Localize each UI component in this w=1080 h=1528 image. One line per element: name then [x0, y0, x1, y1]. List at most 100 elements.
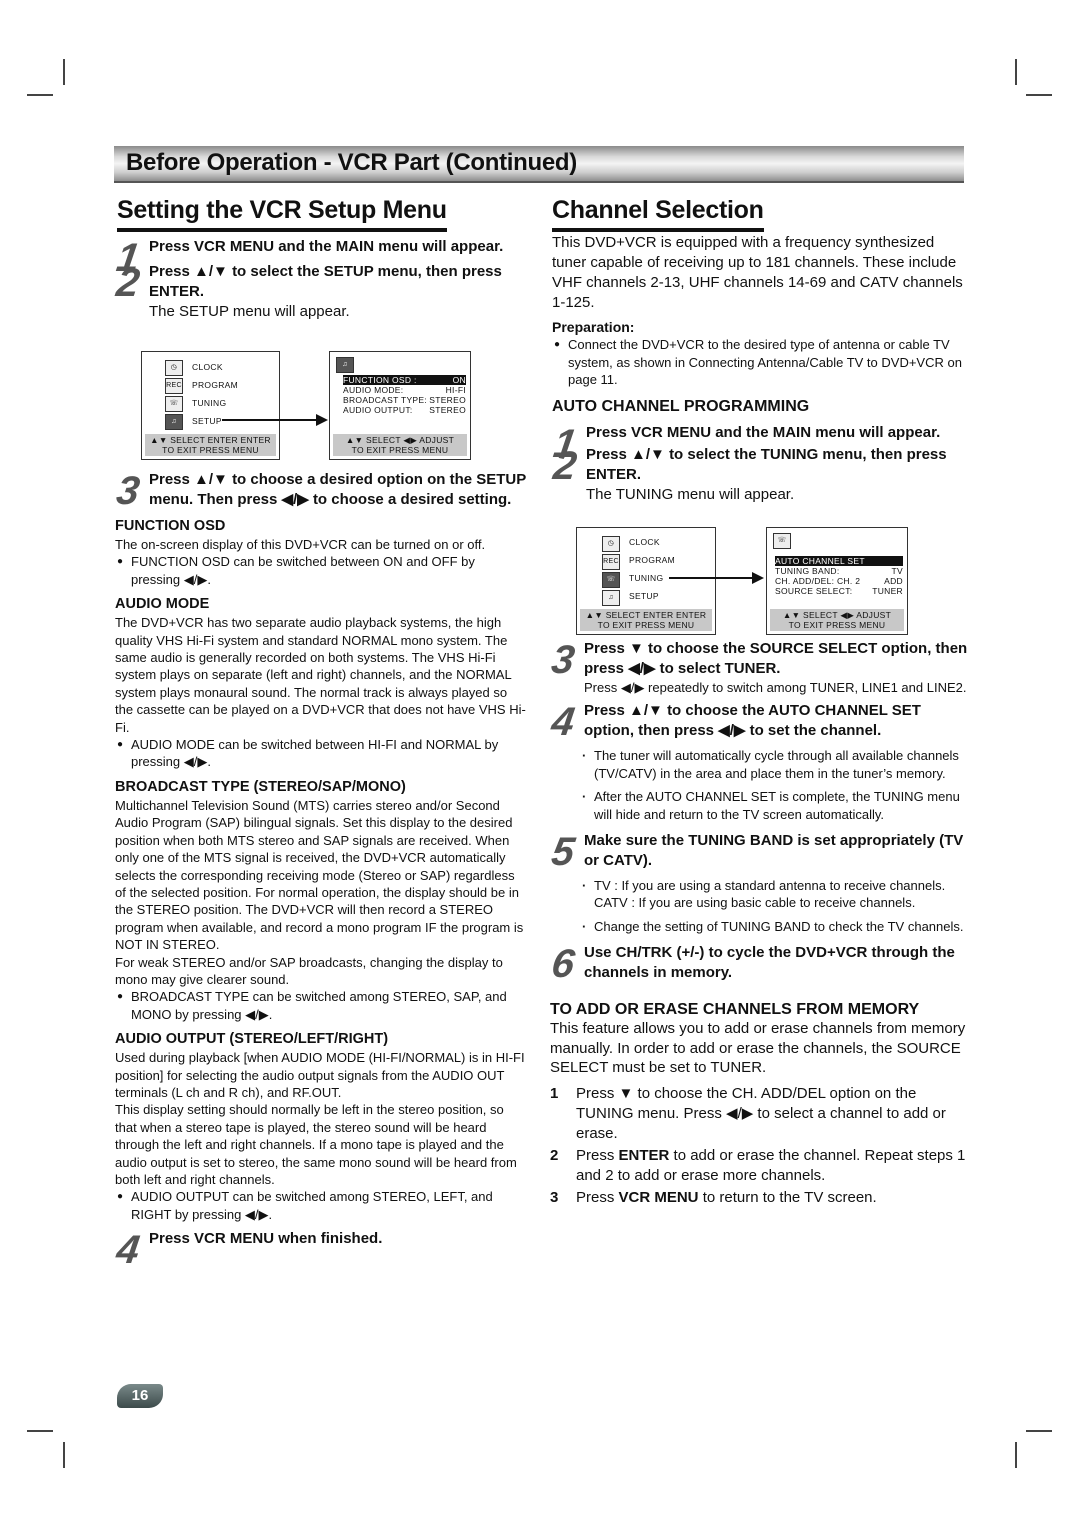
intro-paragraph: This DVD+VCR is equipped with a frequenc…: [552, 234, 963, 311]
osd-footer: ▲▼ SELECT ◀▶ ADJUST TO EXIT PRESS MENU: [333, 434, 467, 456]
crop-mark: [1015, 1442, 1017, 1468]
menu-item-program: PROGRAM: [192, 380, 239, 390]
menu-item-clock: CLOCK: [192, 362, 223, 372]
menu-item-tuning: TUNING: [629, 573, 664, 583]
osd-footer: ▲▼ SELECT ENTER ENTER TO EXIT PRESS MENU: [145, 434, 276, 456]
setup-icon: ♫: [336, 357, 354, 373]
menu-item-tuning: TUNING: [192, 398, 227, 408]
paragraph: Used during playback [when AUDIO MODE (H…: [115, 1050, 525, 1100]
add-erase-steps: 1 Press ▼ to choose the CH. ADD/DEL optio…: [550, 1084, 968, 1208]
main-menu-osd: ◷ CLOCK REC PROGRAM ☏ TUNING ♫ SETUP ▲▼ …: [141, 351, 280, 460]
menu-item-clock: CLOCK: [629, 537, 660, 547]
paragraph: Multichannel Television Sound (MTS) carr…: [115, 797, 524, 953]
function-osd-heading: FUNCTION OSD: [115, 518, 226, 534]
step-number: 6: [548, 942, 578, 987]
crop-mark: [1015, 59, 1017, 85]
banner-title: Before Operation - VCR Part (Continued): [126, 149, 577, 176]
step-3: 3 Press ▼ to choose the SOURCE SELECT opt…: [548, 638, 968, 682]
step-2: 2 Press ▲/▼ to select the SETUP menu, the…: [113, 261, 502, 305]
audio-mode-heading: AUDIO MODE: [115, 596, 210, 613]
setup-rows: FUNCTION OSD : ON AUDIO MODE: HI-FI BROADC…: [343, 375, 466, 415]
auto-channel-heading: AUTO CHANNEL PROGRAMMING: [552, 397, 810, 415]
bullet-item: AUDIO OUTPUT can be switched among STERE…: [115, 1188, 527, 1223]
step-4: 4 Press ▲/▼ to choose the AUTO CHANNEL SE…: [548, 700, 921, 745]
preparation-label: Preparation:: [552, 319, 635, 335]
tuning-icon: ☏: [602, 572, 620, 588]
crop-mark: [27, 94, 53, 96]
left-column-top: 1 Press VCR MENU and the MAIN menu will a…: [113, 236, 515, 322]
step-number: 2: [113, 261, 143, 305]
bullet-item: TV : If you are using a standard antenna…: [550, 877, 968, 912]
list-item: 3 Press VCR MENU to return to the TV scre…: [550, 1188, 877, 1206]
crop-mark: [1026, 1430, 1052, 1432]
clock-icon: ◷: [165, 360, 183, 376]
tuning-rows: AUTO CHANNEL SET TUNING BAND: TV CH. ADD/…: [775, 556, 903, 596]
menu-item-program: PROGRAM: [629, 555, 676, 565]
setup-icon: ♫: [165, 414, 183, 430]
bullet-item: The tuner will automatically cycle throu…: [550, 747, 968, 782]
osd-footer: ▲▼ SELECT ◀▶ ADJUST TO EXIT PRESS MENU: [770, 609, 904, 631]
bullet-item: Change the setting of TUNING BAND to che…: [550, 918, 968, 936]
setup-menu-osd: ♫ FUNCTION OSD : ON AUDIO MODE: HI-FI BROA…: [329, 351, 471, 460]
setup-row-audio-output: AUDIO OUTPUT: STEREO: [343, 405, 466, 415]
step-1: 1 Press VCR MENU and the MAIN menu will a…: [113, 236, 504, 280]
right-column-body: 3 Press ▼ to choose the SOURCE SELECT opt…: [548, 638, 968, 1208]
setup-row-broadcast-type: BROADCAST TYPE: STEREO: [343, 395, 466, 405]
paragraph: For weak STEREO and/or SAP broadcasts, c…: [115, 954, 503, 987]
step-note: The TUNING menu will appear.: [586, 485, 795, 503]
crop-mark: [63, 59, 65, 85]
crop-mark: [63, 1442, 65, 1468]
setup-row-audio-mode: AUDIO MODE: HI-FI: [343, 385, 466, 395]
step-5: 5 Make sure the TUNING BAND is set approp…: [548, 830, 964, 875]
step-number: 4: [113, 1228, 143, 1273]
tuning-row-source-select: SOURCE SELECT: TUNER: [775, 586, 903, 596]
menu-item-setup: SETUP: [192, 416, 222, 426]
add-erase-heading: TO ADD OR ERASE CHANNELS FROM MEMORY: [550, 1001, 920, 1019]
page-number-badge: 16: [117, 1384, 163, 1408]
program-rec-icon: REC: [602, 554, 620, 570]
right-section-title: Channel Selection: [552, 195, 764, 232]
left-column-body: 3 Press ▲/▼ to choose a desired option on…: [113, 469, 527, 1273]
audio-output-heading: AUDIO OUTPUT (STEREO/LEFT/RIGHT): [115, 1031, 389, 1048]
step-3: 3 Press ▲/▼ to choose a desired option on…: [113, 469, 526, 513]
list-item: 1 Press ▼ to choose the CH. ADD/DEL optio…: [550, 1084, 946, 1142]
step-2: 2 Press ▲/▼ to select the TUNING menu, th…: [550, 443, 947, 488]
crop-mark: [1026, 94, 1052, 96]
preparation-bullet: Connect the DVD+VCR to the desired type …: [552, 336, 967, 388]
paragraph: The on-screen display of this DVD+VCR ca…: [115, 537, 486, 552]
bullet-item: AUDIO MODE can be switched between HI-FI…: [115, 736, 527, 771]
tuning-row-ch-add-del: CH. ADD/DEL: CH. 2 ADD: [775, 576, 903, 586]
tuning-icon: ☏: [773, 533, 791, 549]
bullet-item: BROADCAST TYPE can be switched among STE…: [115, 988, 527, 1023]
setup-row-function-osd: FUNCTION OSD : ON: [343, 375, 466, 385]
setup-icon: ♫: [602, 590, 620, 606]
tuning-icon: ☏: [165, 396, 183, 412]
step-1: 1 Press VCR MENU and the MAIN menu will a…: [550, 421, 941, 466]
tuning-row-auto-channel-set: AUTO CHANNEL SET: [775, 556, 903, 566]
step-number: 5: [548, 830, 578, 875]
tuning-row-tuning-band: TUNING BAND: TV: [775, 566, 903, 576]
add-erase-intro: This feature allows you to add or erase …: [550, 1020, 966, 1077]
section-banner: Before Operation - VCR Part (Continued): [114, 146, 964, 183]
bullet-item: After the AUTO CHANNEL SET is complete, …: [550, 788, 968, 823]
step-number: 4: [548, 700, 578, 745]
step-number: 3: [548, 638, 578, 682]
bullet-item: FUNCTION OSD can be switched between ON …: [115, 553, 527, 588]
right-column-top: This DVD+VCR is equipped with a frequenc…: [550, 233, 967, 505]
tuning-menu-osd: ☏ AUTO CHANNEL SET TUNING BAND: TV CH. AD…: [766, 527, 908, 635]
osd-footer: ▲▼ SELECT ENTER ENTER TO EXIT PRESS MENU: [580, 609, 712, 631]
step-number: 3: [113, 469, 143, 513]
menu-item-setup: SETUP: [629, 591, 659, 601]
step-number: 2: [550, 443, 580, 488]
crop-mark: [27, 1430, 53, 1432]
broadcast-type-heading: BROADCAST TYPE (STEREO/SAP/MONO): [115, 778, 406, 795]
paragraph: The DVD+VCR has two separate audio playb…: [115, 615, 526, 735]
list-item: 2 Press ENTER to add or erase the channel…: [550, 1146, 966, 1184]
arrow-icon: [669, 572, 764, 584]
step-6: 6 Use CH/TRK (+/-) to cycle the DVD+VCR t…: [548, 942, 955, 987]
step-note: The SETUP menu will appear.: [149, 303, 350, 320]
step-note: Press ◀/▶ repeatedly to switch among TUN…: [584, 680, 967, 695]
program-rec-icon: REC: [165, 378, 183, 394]
arrow-icon: [222, 414, 328, 426]
step-4: 4 Press VCR MENU when finished.: [113, 1228, 383, 1273]
